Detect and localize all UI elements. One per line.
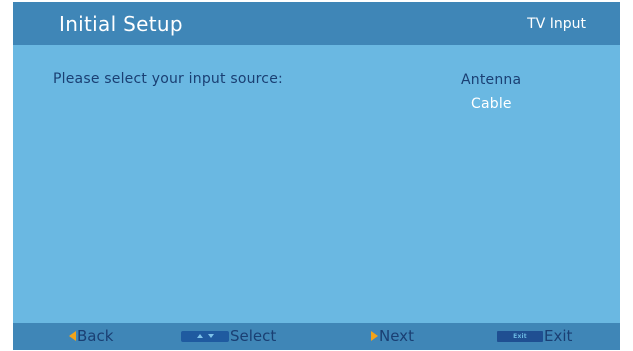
select-label: Select <box>230 327 277 345</box>
back-label: Back <box>77 327 114 345</box>
arrow-left-icon <box>69 331 76 341</box>
next-label: Next <box>379 327 414 345</box>
input-source-prompt: Please select your input source: <box>53 71 283 87</box>
header-bar: Initial Setup TV Input <box>13 2 620 45</box>
back-hint[interactable]: Back <box>69 327 113 345</box>
up-down-key-icon <box>181 330 229 342</box>
footer-bar: Back Select Next Exit Exit <box>13 323 620 350</box>
arrow-right-icon <box>371 331 378 341</box>
exit-key-icon: Exit <box>497 330 543 342</box>
option-cable[interactable]: Cable <box>471 96 512 112</box>
next-hint[interactable]: Next <box>371 327 414 345</box>
exit-key-label: Exit <box>513 332 527 340</box>
up-arrow-icon <box>196 334 203 338</box>
exit-label: Exit <box>544 327 573 345</box>
option-antenna[interactable]: Antenna <box>461 72 521 88</box>
select-hint[interactable]: Select <box>181 327 276 345</box>
setup-screen: Initial Setup TV Input Please select you… <box>13 2 620 350</box>
section-label: TV Input <box>527 16 586 32</box>
page-title: Initial Setup <box>59 12 183 36</box>
exit-hint[interactable]: Exit Exit <box>497 327 572 345</box>
down-arrow-icon <box>207 334 214 338</box>
